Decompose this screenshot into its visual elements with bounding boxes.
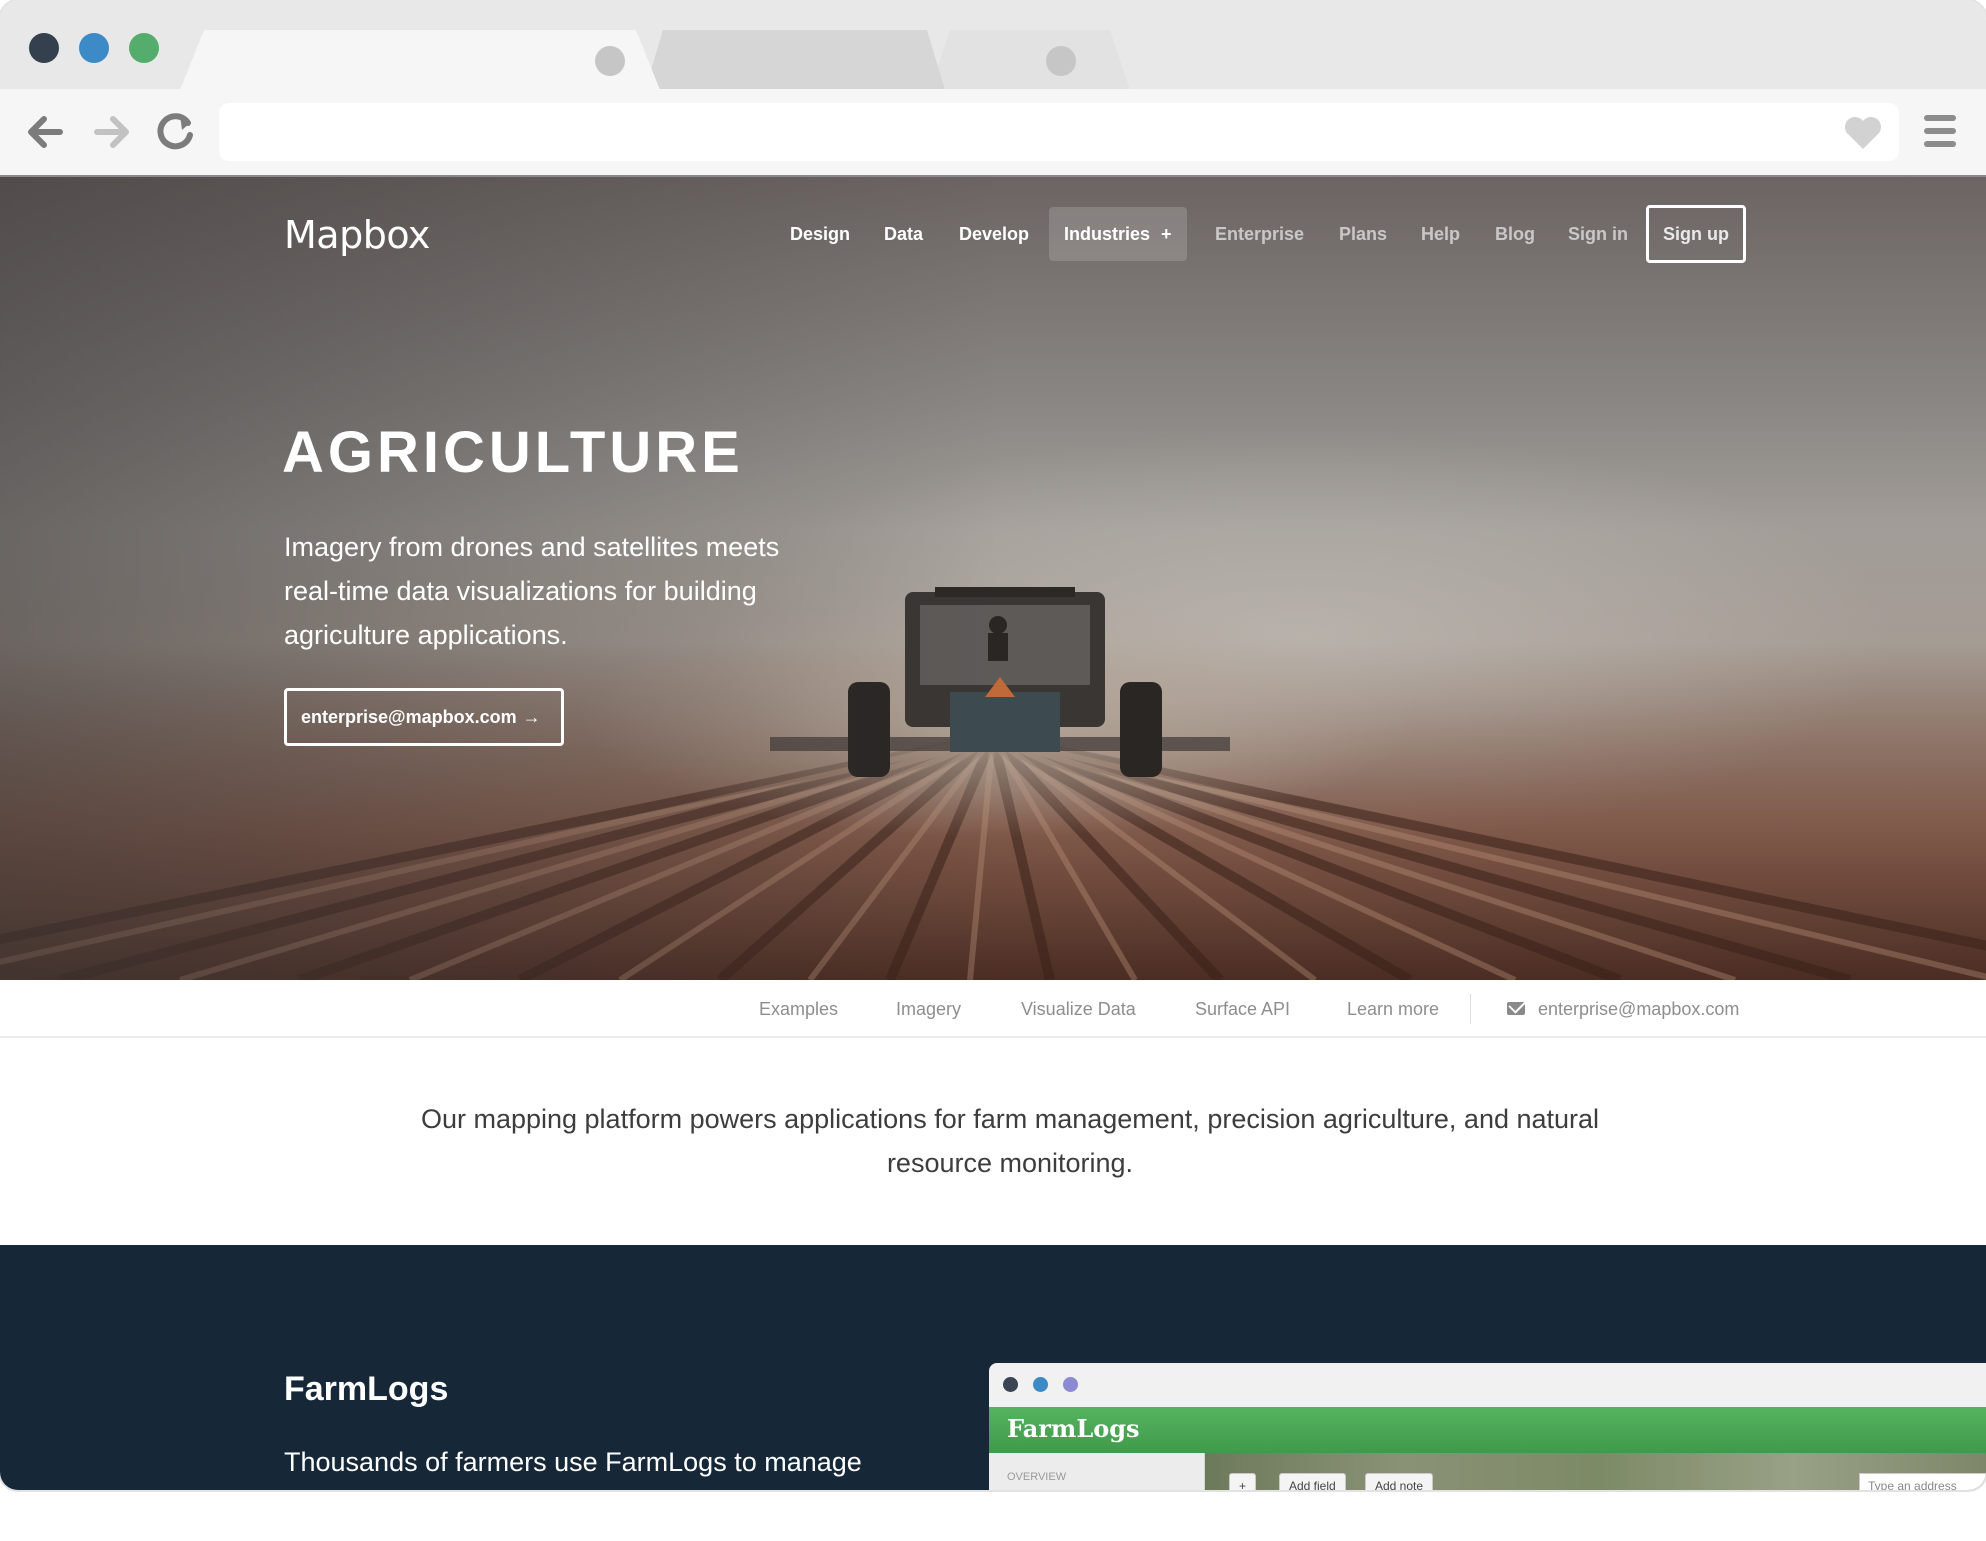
window-dot	[1063, 1377, 1078, 1392]
nav-industries[interactable]: Industries +	[1049, 207, 1187, 261]
arrow-left-icon[interactable]	[22, 109, 68, 155]
mapbox-logo[interactable]: Mapbox	[284, 213, 430, 257]
intro-text: Our mapping platform powers applications…	[420, 1104, 1600, 1178]
tab-inactive[interactable]	[645, 30, 945, 90]
tab-close-icon[interactable]	[1046, 46, 1076, 76]
nav-enterprise[interactable]: Enterprise	[1215, 207, 1304, 261]
address-bar[interactable]	[219, 103, 1899, 161]
nav-develop[interactable]: Develop	[959, 207, 1029, 261]
divider	[1470, 994, 1471, 1024]
hero-subtitle: Imagery from drones and satellites meets…	[284, 532, 780, 650]
section-nav: Examples Imagery Visualize Data Surface …	[0, 980, 1986, 1038]
farmlogs-zoom-button: +	[1229, 1473, 1257, 1490]
section-nav-email[interactable]: enterprise@mapbox.com	[1538, 980, 1739, 1038]
plus-icon: +	[1161, 224, 1172, 244]
mail-icon	[1507, 1002, 1525, 1015]
nav-data[interactable]: Data	[884, 207, 923, 261]
hamburger-menu-icon[interactable]	[1924, 115, 1956, 149]
reload-icon[interactable]	[152, 109, 198, 155]
farmlogs-screenshot: FarmLogs OVERVIEW + Add field Add note T…	[989, 1363, 1986, 1490]
nav-help[interactable]: Help	[1421, 207, 1460, 261]
farmlogs-sidebar-label: OVERVIEW	[1007, 1471, 1067, 1483]
arrow-right-icon: →	[522, 707, 541, 727]
section-nav-imagery[interactable]: Imagery	[896, 980, 961, 1038]
close-window-button[interactable]	[29, 33, 59, 63]
contact-cta-label: enterprise@mapbox.com	[301, 707, 517, 727]
window-dot	[1003, 1377, 1018, 1392]
farmlogs-add-field-button: Add field	[1279, 1473, 1346, 1490]
farmlogs-description: Thousands of farmers use FarmLogs to man…	[284, 1447, 862, 1477]
nav-blog[interactable]: Blog	[1495, 207, 1535, 261]
section-nav-examples[interactable]: Examples	[759, 980, 838, 1038]
window-dot	[1033, 1377, 1048, 1392]
maximize-window-button[interactable]	[129, 33, 159, 63]
browser-toolbar	[0, 89, 1986, 177]
minimize-window-button[interactable]	[79, 33, 109, 63]
sign-up-button[interactable]: Sign up	[1646, 205, 1746, 263]
arrow-right-icon[interactable]	[89, 109, 135, 155]
nav-design[interactable]: Design	[790, 207, 850, 261]
hero-title: AGRICULTURE	[282, 420, 744, 485]
section-nav-surface-api[interactable]: Surface API	[1195, 980, 1290, 1038]
nav-sign-in[interactable]: Sign in	[1568, 207, 1628, 261]
browser-window: Mapbox Design Data Develop Industries + …	[0, 0, 1986, 1490]
nav-plans[interactable]: Plans	[1339, 207, 1387, 261]
contact-cta-button[interactable]: enterprise@mapbox.com →	[284, 688, 564, 746]
farmlogs-section: FarmLogs Thousands of farmers use FarmLo…	[0, 1245, 1986, 1490]
heart-icon[interactable]	[1843, 115, 1883, 151]
section-nav-visualize-data[interactable]: Visualize Data	[1021, 980, 1136, 1038]
tab-close-icon[interactable]	[595, 46, 625, 76]
nav-industries-label: Industries	[1064, 224, 1151, 244]
tab-background[interactable]	[930, 30, 1130, 90]
tab-bar	[0, 0, 1986, 90]
hero-section: Mapbox Design Data Develop Industries + …	[0, 177, 1986, 980]
farmlogs-address-search: Type an address	[1859, 1473, 1986, 1490]
farmlogs-title: FarmLogs	[284, 1370, 449, 1408]
tab-active[interactable]	[180, 30, 660, 90]
farmlogs-logo: FarmLogs	[1007, 1414, 1140, 1443]
farmlogs-add-note-button: Add note	[1365, 1473, 1434, 1490]
section-nav-learn-more[interactable]: Learn more	[1347, 980, 1439, 1038]
